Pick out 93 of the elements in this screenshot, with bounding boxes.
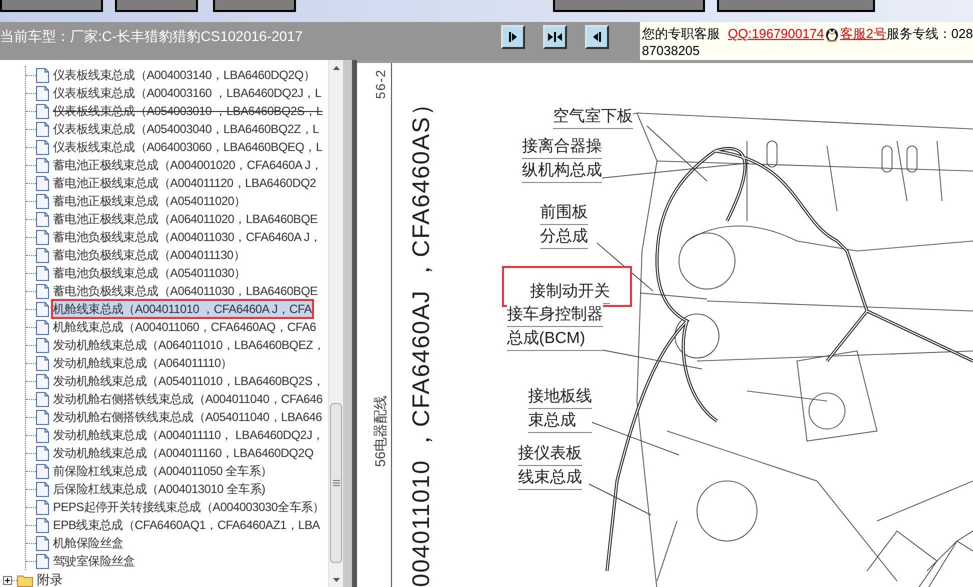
split-arrows-icon: [548, 32, 562, 42]
scrollbar-thumb[interactable]: [330, 403, 342, 563]
document-icon: [36, 554, 49, 568]
document-icon: [36, 428, 49, 442]
callout-label: 接离合器操 纵机构总成: [522, 135, 602, 183]
toolbar-button[interactable]: [115, 0, 198, 12]
scroll-down-icon: [332, 578, 340, 582]
tree-item[interactable]: 发动机舱线束总成（A064011010，LBA6460BQEZ，: [53, 337, 325, 353]
document-icon: [36, 482, 49, 496]
document-icon: [36, 230, 49, 244]
tree-item[interactable]: 蓄电池负极线束总成（A054011030）: [53, 265, 246, 281]
tree-item[interactable]: 机舱线束总成（A004011060，CFA6460AQ，CFA6: [53, 319, 316, 335]
document-icon: [36, 266, 49, 280]
service-link[interactable]: 客服2号: [840, 25, 886, 42]
document-icon: [36, 518, 49, 532]
document-icon: [36, 104, 49, 118]
folder-icon: [17, 574, 33, 586]
tree-item[interactable]: 机舱线束总成（A004011010 ，CFA6460A J，CFA: [53, 301, 312, 317]
support-intro-text: 您的专职客服: [642, 25, 720, 42]
document-icon: [36, 86, 49, 100]
document-icon: [36, 320, 49, 334]
toolbar-button[interactable]: [717, 0, 875, 12]
tree-item[interactable]: 仪表板线束总成（A004003140，LBA6460DQ2Q）: [53, 67, 316, 83]
tree-item[interactable]: EPB线束总成（CFA6460AQ1，CFA6460AZ1，LBA: [53, 517, 320, 533]
scrollbar[interactable]: [328, 60, 343, 587]
tree-item[interactable]: 蓄电池正极线束总成（A054011020）: [53, 193, 246, 209]
section-title: 56电器配线: [372, 395, 388, 467]
service-line-label: 服务专线：028: [886, 25, 973, 42]
tree-item[interactable]: 蓄电池负极线束总成（A064011030，LBA6460BQE: [53, 283, 318, 299]
document-icon: [36, 374, 49, 388]
document-icon: [36, 500, 49, 514]
document-icon: [36, 212, 49, 226]
tree-item[interactable]: 驾驶室保险丝盒: [53, 553, 135, 569]
document-icon: [36, 464, 49, 478]
tree-item[interactable]: 仪表板线束总成（A004003160 ，LBA6460DQ2J，L: [53, 85, 322, 101]
document-icon: [36, 302, 49, 316]
toolbar-button[interactable]: [0, 0, 103, 12]
tree-item[interactable]: PEPS起停开关转接线束总成（A004003030全车系）: [53, 499, 324, 515]
qq-link[interactable]: QQ:1967900174: [728, 25, 824, 42]
view-toggle-button[interactable]: [543, 25, 568, 49]
tree-item[interactable]: 附录: [37, 570, 63, 587]
splitter[interactable]: [343, 60, 357, 587]
document-icon: [36, 158, 49, 172]
callout-label: 空气室下板: [553, 105, 633, 129]
callout-label: 接仪表板 线束总成: [518, 442, 582, 490]
service-line-number: 87038205: [642, 43, 700, 58]
tree-item[interactable]: 发动机舱右侧搭铁线束总成（A054011040，LBA646: [53, 409, 322, 425]
tree-item[interactable]: 蓄电池负极线束总成（A004011130）: [53, 247, 245, 263]
current-model-text: 当前车型：厂家:C-长丰猎豹猎豹CS102016-2017: [0, 28, 303, 44]
scroll-up-icon: [332, 66, 340, 70]
tree-item[interactable]: 蓄电池正极线束总成（A004001020，CFA6460A J，: [53, 157, 322, 173]
expand-toggle[interactable]: [3, 576, 12, 584]
document-icon: [36, 68, 49, 82]
tree-item[interactable]: 仪表板线束总成（A054003040，LBA6460BQ2Z，L: [53, 121, 319, 137]
tree-item[interactable]: 前保险杠线束总成（A004011050 全车系）: [53, 463, 272, 479]
tree-item[interactable]: 仪表板线束总成（A064003060，LBA6460BQEQ，L: [53, 139, 322, 155]
grip-icon: [332, 480, 340, 486]
document-icon: [36, 140, 49, 154]
view-toggle-button[interactable]: [501, 25, 526, 49]
document-icon: [36, 356, 49, 370]
leader-line: [588, 484, 652, 516]
toolbar-button[interactable]: [553, 0, 705, 12]
tree-item[interactable]: 后保险杠线束总成（A004013010 全车系): [53, 481, 266, 497]
toolbar-button[interactable]: [213, 0, 296, 12]
document-icon: [36, 248, 49, 262]
callout-label: 前围板 分总成: [540, 201, 588, 249]
tree-item[interactable]: 蓄电池正极线束总成（A004011120，LBA6460DQ2: [53, 175, 316, 191]
callout-label: 接车身控制器 总成(BCM): [507, 303, 603, 351]
document-icon: [36, 536, 49, 550]
callout-label: 接制动开关: [502, 266, 632, 307]
document-icon: [36, 410, 49, 424]
tree-item[interactable]: 仪表板线束总成（A054003010 ，LBA6460BQ2S，L: [53, 103, 323, 119]
tree-item[interactable]: 发动机舱线束总成（A004011110， LBA6460DQ2J，: [53, 427, 324, 443]
tree-item[interactable]: 机舱保险丝盒: [53, 535, 124, 551]
tree-item[interactable]: 发动机舱线束总成（A064011110）: [53, 355, 232, 371]
document-icon: [36, 446, 49, 460]
view-toggle-button[interactable]: [585, 25, 610, 49]
document-icon: [36, 338, 49, 352]
document-icon: [36, 122, 49, 136]
document-icon: [36, 176, 49, 190]
page-number: 56-2: [373, 68, 388, 99]
document-icon: [36, 194, 49, 208]
arrow-right-icon: [508, 32, 518, 42]
callout-label: 接地板线 束总成: [528, 385, 592, 433]
document-icon: [36, 284, 49, 298]
tree-item[interactable]: 蓄电池负极线束总成（A004011030，CFA6460A J，: [53, 229, 322, 245]
tree-item[interactable]: 发动机舱线束总成（A054011010，LBA6460BQ2S，: [53, 373, 324, 389]
tree-item[interactable]: 蓄电池正极线束总成（A064011020，LBA6460BQE: [53, 211, 318, 227]
tree-item[interactable]: 发动机舱右侧搭铁线束总成（A004011040，CFA646: [53, 391, 323, 407]
document-heading: 004011010 ，CFA6460AJ ，CFA6460AS）: [408, 91, 435, 587]
arrow-left-icon: [592, 32, 602, 42]
tree-item[interactable]: 发动机舱线束总成（A004011160，LBA6460DQ2Q: [53, 445, 314, 461]
document-icon: [36, 392, 49, 406]
